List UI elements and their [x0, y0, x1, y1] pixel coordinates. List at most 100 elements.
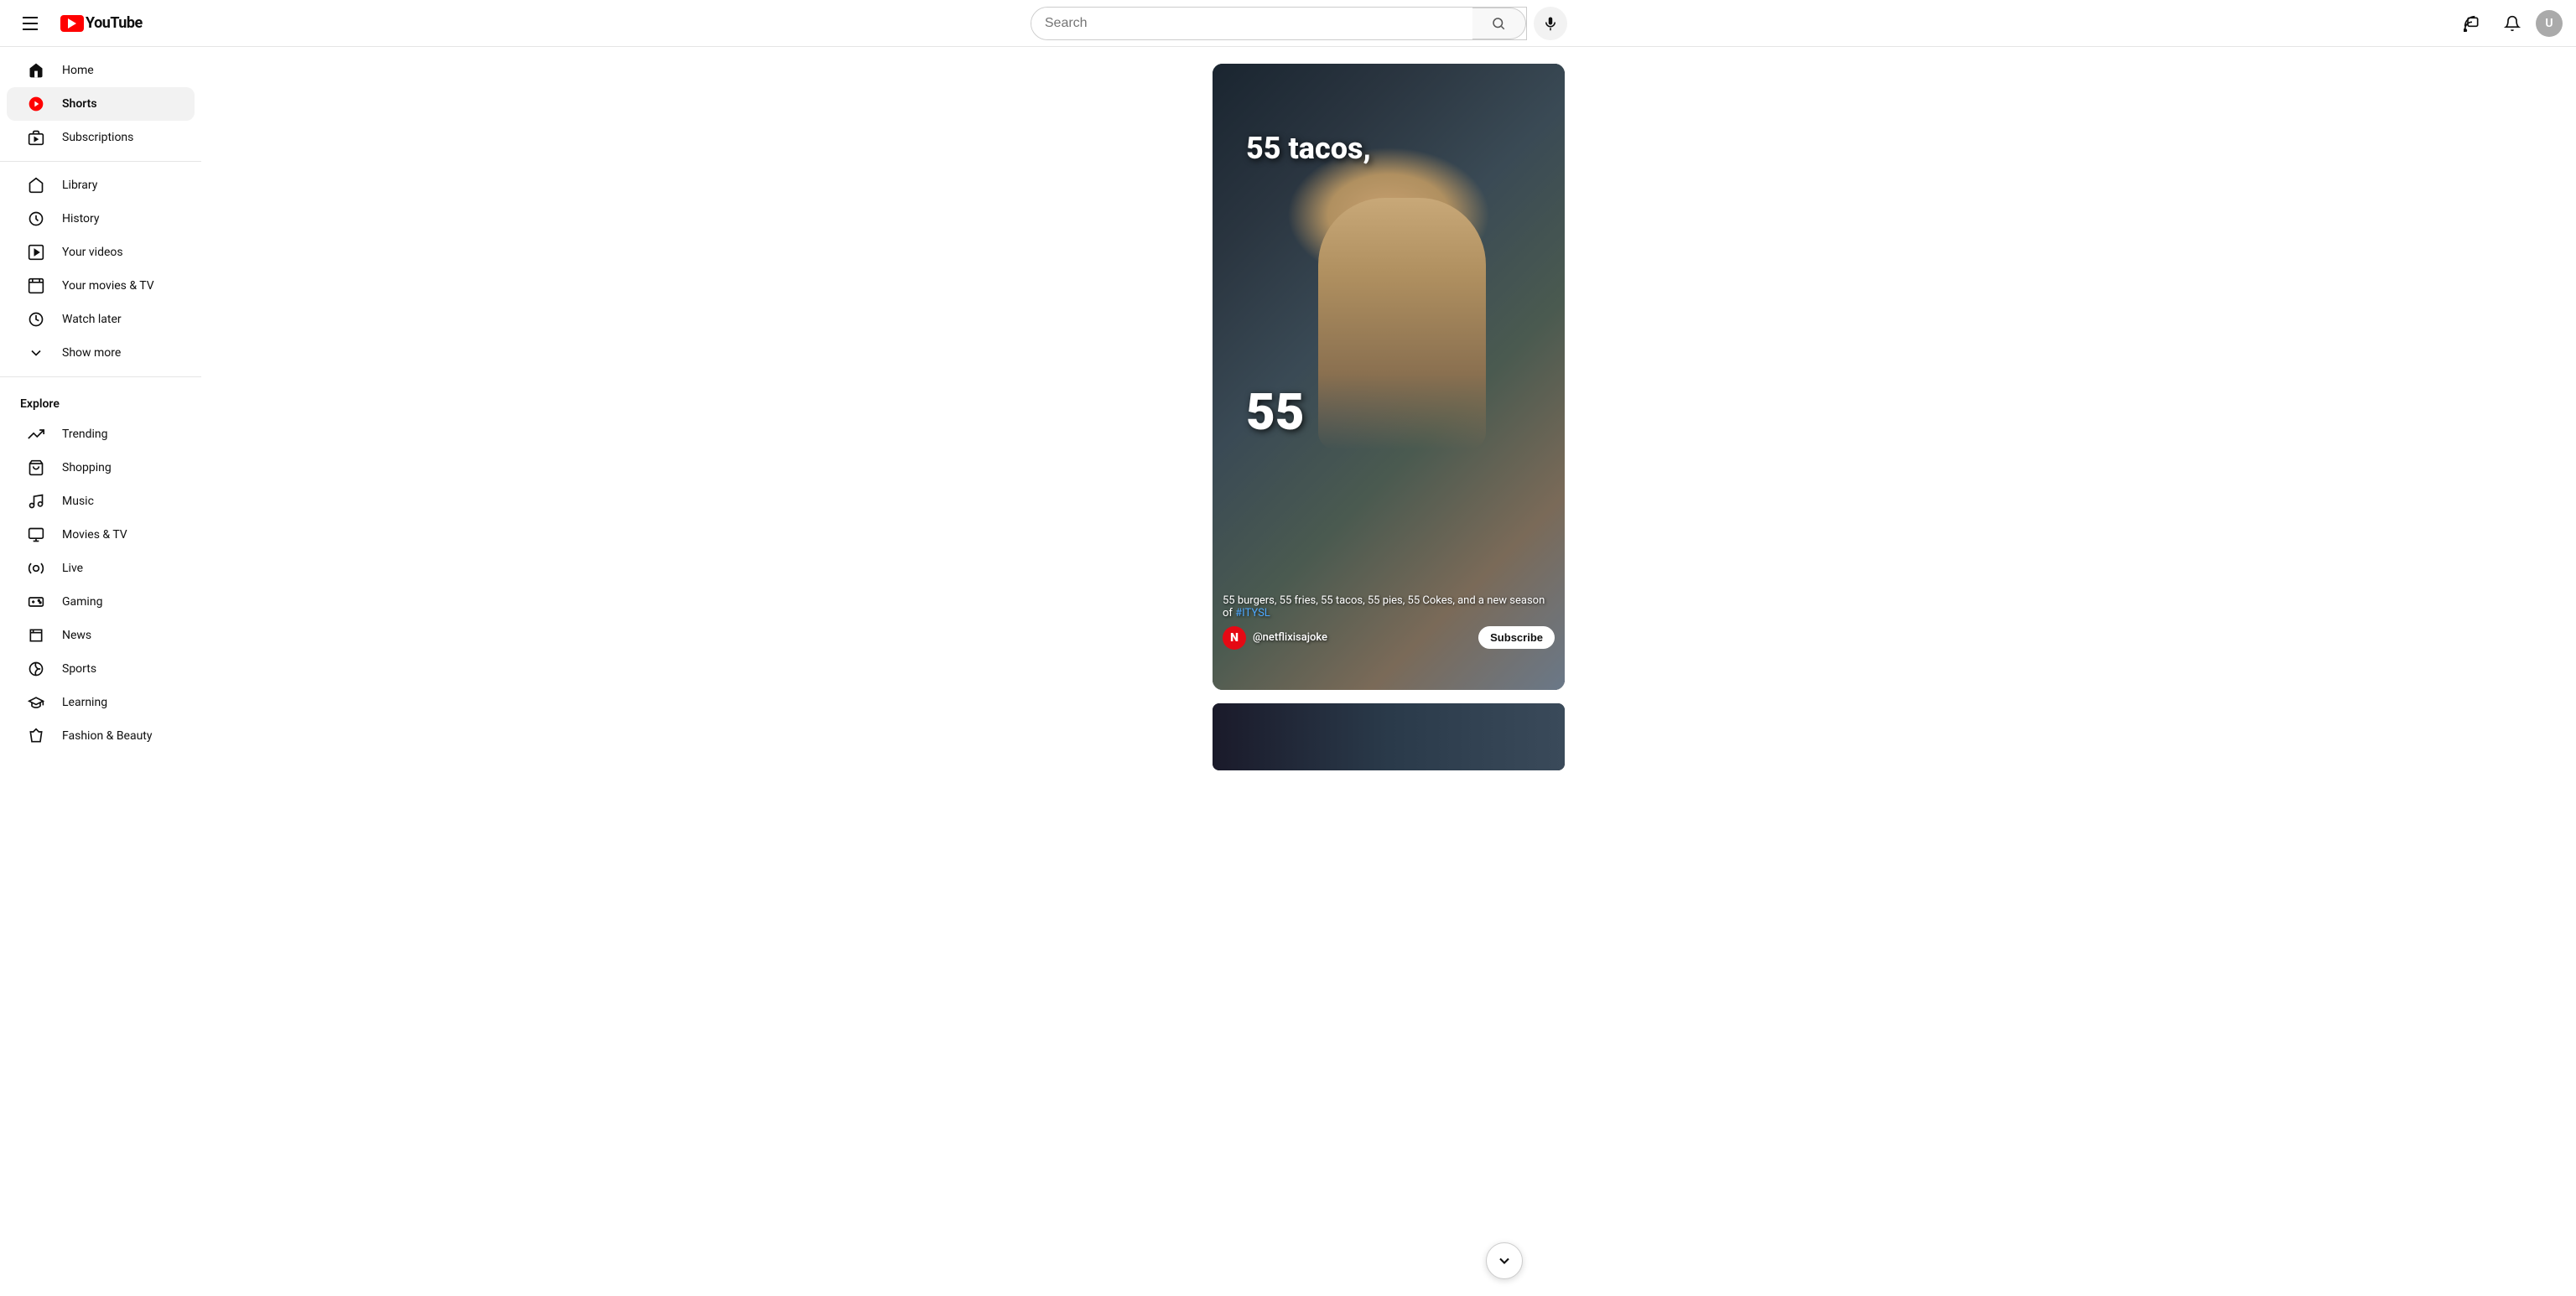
sidebar-divider-2: [0, 376, 201, 377]
video-description: 55 burgers, 55 fries, 55 tacos, 55 pies,…: [1223, 594, 1555, 619]
sports-icon: [27, 660, 45, 678]
channel-avatar: N: [1223, 626, 1246, 650]
library-label: Library: [62, 179, 97, 192]
chevron-down-arrow-icon: [1496, 1252, 1513, 1269]
person-body: [1318, 198, 1486, 449]
your-videos-icon: [27, 243, 45, 262]
main-content: 55 tacos, 55 55 burgers, 55 fries, 55 ta…: [201, 47, 2576, 1296]
sidebar-item-gaming[interactable]: Gaming: [7, 585, 195, 619]
search-icon: [1491, 16, 1506, 31]
sidebar-item-shopping[interactable]: Shopping: [7, 451, 195, 485]
movies-tv-label: Movies & TV: [62, 528, 127, 542]
header: YouTube U: [0, 0, 2576, 47]
music-icon: [27, 492, 45, 511]
trending-label: Trending: [62, 428, 108, 441]
your-movies-label: Your movies & TV: [62, 279, 154, 293]
channel-name: @netflixisajoke: [1253, 631, 1327, 644]
search-input[interactable]: [1031, 8, 1472, 39]
video-channel: N @netflixisajoke Subscribe: [1223, 626, 1555, 650]
subscriptions-label: Subscriptions: [62, 131, 133, 144]
sports-label: Sports: [62, 662, 96, 676]
sidebar-item-sports[interactable]: Sports: [7, 652, 195, 686]
content-area: 55 tacos, 55 55 burgers, 55 fries, 55 ta…: [1213, 47, 1565, 1296]
trending-icon: [27, 425, 45, 443]
youtube-logo-text: YouTube: [86, 14, 143, 32]
sidebar-item-your-movies[interactable]: Your movies & TV: [7, 269, 195, 303]
sidebar-item-show-more[interactable]: Show more: [7, 336, 195, 370]
video-card[interactable]: 55 tacos, 55 55 burgers, 55 fries, 55 ta…: [1213, 64, 1565, 690]
show-more-label: Show more: [62, 346, 121, 360]
search-bar: [1031, 7, 1527, 40]
header-left: YouTube: [13, 7, 143, 40]
shopping-icon: [27, 459, 45, 477]
video-bottom-info: 55 burgers, 55 fries, 55 tacos, 55 pies,…: [1223, 594, 1555, 650]
fashion-label: Fashion & Beauty: [62, 729, 153, 743]
sidebar-item-history[interactable]: History: [7, 202, 195, 236]
next-video-card[interactable]: [1213, 703, 1565, 770]
movies-icon: [27, 277, 45, 295]
scroll-down-button[interactable]: [1486, 1242, 1523, 1279]
hamburger-icon: [23, 17, 38, 30]
sidebar-divider-1: [0, 161, 201, 162]
subscribe-button[interactable]: Subscribe: [1478, 626, 1555, 649]
header-center: [1031, 7, 1567, 40]
fashion-icon: [27, 727, 45, 745]
avatar[interactable]: U: [2536, 10, 2563, 37]
bell-icon: [2504, 15, 2521, 32]
sidebar-item-fashion[interactable]: Fashion & Beauty: [7, 719, 195, 753]
notifications-button[interactable]: [2496, 7, 2529, 40]
shopping-label: Shopping: [62, 461, 112, 474]
video-text-top: 55 tacos,: [1246, 131, 1371, 167]
shorts-label: Shorts: [62, 97, 97, 111]
home-icon: [27, 61, 45, 80]
movies-tv-icon: [27, 526, 45, 544]
learning-label: Learning: [62, 696, 107, 709]
cast-icon: [2464, 15, 2480, 32]
next-video-bg: [1213, 703, 1565, 770]
sidebar-item-shorts[interactable]: Shorts: [7, 87, 195, 121]
library-icon: [27, 176, 45, 194]
hamburger-button[interactable]: [13, 7, 47, 40]
news-label: News: [62, 629, 91, 642]
sidebar-item-watch-later[interactable]: Watch later: [7, 303, 195, 336]
mic-button[interactable]: [1534, 7, 1567, 40]
chevron-down-icon: [27, 344, 45, 362]
watch-later-label: Watch later: [62, 313, 122, 326]
music-label: Music: [62, 495, 94, 508]
youtube-logo-icon: [60, 15, 84, 32]
sidebar-item-home[interactable]: Home: [7, 54, 195, 87]
home-label: Home: [62, 64, 94, 77]
history-label: History: [62, 212, 100, 226]
gaming-icon: [27, 593, 45, 611]
gaming-label: Gaming: [62, 595, 102, 609]
shorts-icon: [27, 95, 45, 113]
search-button[interactable]: [1472, 8, 1526, 39]
cast-button[interactable]: [2455, 7, 2489, 40]
channel-initial: N: [1230, 631, 1239, 645]
sidebar-item-news[interactable]: News: [7, 619, 195, 652]
sidebar: Home Shorts Subscriptions Library Histor…: [0, 47, 201, 1296]
sidebar-item-live[interactable]: Live: [7, 552, 195, 585]
video-frame: 55 tacos, 55 55 burgers, 55 fries, 55 ta…: [1213, 64, 1565, 690]
your-videos-label: Your videos: [62, 246, 123, 259]
sidebar-item-movies-tv[interactable]: Movies & TV: [7, 518, 195, 552]
sidebar-item-learning[interactable]: Learning: [7, 686, 195, 719]
mic-icon: [1543, 16, 1558, 31]
live-icon: [27, 559, 45, 578]
history-icon: [27, 210, 45, 228]
subscriptions-icon: [27, 128, 45, 147]
logo[interactable]: YouTube: [60, 14, 143, 32]
sidebar-item-music[interactable]: Music: [7, 485, 195, 518]
sidebar-item-trending[interactable]: Trending: [7, 417, 195, 451]
sidebar-item-subscriptions[interactable]: Subscriptions: [7, 121, 195, 154]
watch-later-icon: [27, 310, 45, 329]
sidebar-item-your-videos[interactable]: Your videos: [7, 236, 195, 269]
header-right: U: [2455, 7, 2563, 40]
explore-title: Explore: [0, 384, 201, 417]
sidebar-item-library[interactable]: Library: [7, 168, 195, 202]
video-hashtag: #ITYSL: [1235, 607, 1270, 619]
learning-icon: [27, 693, 45, 712]
news-icon: [27, 626, 45, 645]
live-label: Live: [62, 562, 83, 575]
video-text-bottom: 55: [1246, 382, 1305, 442]
